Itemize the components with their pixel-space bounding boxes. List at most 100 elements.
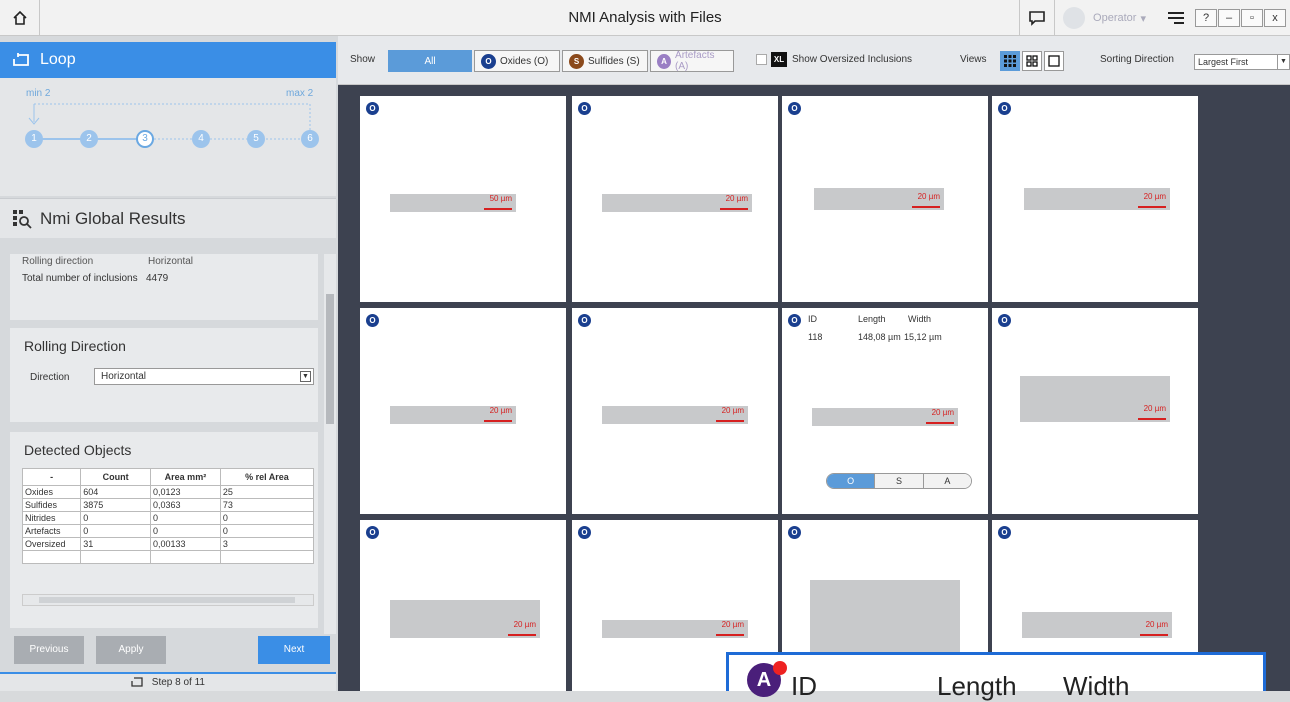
oxide-badge-icon: O [578, 102, 591, 115]
table-cell [80, 550, 152, 564]
table-cell: Oversized [21, 537, 82, 551]
oversized-checkbox[interactable] [756, 54, 767, 65]
scrollbar-thumb[interactable] [39, 597, 295, 603]
toolbar: Show All O Oxides (O) S Sulfides (S) A A… [338, 36, 1290, 85]
operator-menu[interactable]: Operator ▾ [1063, 7, 1146, 29]
inclusion-image [810, 580, 960, 660]
loop-step-2[interactable]: 2 [80, 130, 98, 148]
artefact-badge-icon: A [657, 53, 672, 69]
loop-step-6[interactable]: 6 [301, 130, 319, 148]
sulfide-badge-icon: S [569, 53, 584, 69]
callout-id-label: ID [791, 671, 817, 701]
scale-bar-label: 20 µm [931, 408, 954, 417]
loop-header: Loop [0, 42, 336, 78]
view-grid-small-button[interactable] [1000, 51, 1020, 71]
direction-label: Direction [30, 372, 70, 383]
loop-step-1[interactable]: 1 [25, 130, 43, 148]
help-button[interactable]: ? [1195, 9, 1217, 27]
hover-id-value: 118 [808, 332, 823, 342]
inclusion-detail-callout: A ID Length Width [726, 652, 1266, 701]
close-button[interactable]: x [1264, 9, 1286, 27]
sorting-select[interactable]: Largest First ▼ [1194, 54, 1290, 70]
hover-length-value: 148,08 µm [858, 332, 901, 342]
loop-step-5[interactable]: 5 [247, 130, 265, 148]
direction-select[interactable]: Horizontal ▼ [94, 368, 314, 385]
table-cell: 0,00133 [150, 537, 221, 551]
loop-step-3[interactable]: 3 [136, 130, 154, 148]
minimize-button[interactable]: – [1218, 9, 1240, 27]
filter-sulfides-label: Sulfides (S) [588, 55, 640, 67]
loop-title: Loop [40, 51, 76, 68]
table-row: Nitrides 0 0 0 [21, 511, 315, 525]
hover-width-value: 15,12 µm [904, 332, 942, 342]
panel-scrollbar[interactable] [324, 254, 336, 634]
class-option-2[interactable]: A [922, 474, 971, 488]
inclusion-tile[interactable]: O 20 µm [572, 308, 778, 514]
loop-step-4[interactable]: 4 [192, 130, 210, 148]
inclusion-tile[interactable]: O 20 µm ID Length Width 118 148,08 µm 15,12 µm O… [782, 308, 988, 514]
table-cell: 0,0123 [150, 485, 221, 499]
oxide-badge-icon: O [788, 314, 801, 327]
inclusion-tile[interactable]: O 20 µm [992, 308, 1198, 514]
table-horizontal-scrollbar[interactable] [22, 594, 314, 606]
table-cell [21, 550, 82, 564]
filter-sulfides-button[interactable]: S Sulfides (S) [562, 50, 648, 72]
callout-width-label: Width [1063, 671, 1130, 701]
operator-caret: ▾ [1140, 12, 1146, 25]
scale-bar [484, 420, 512, 422]
table-cell: 31 [80, 537, 152, 551]
scale-bar [1138, 206, 1166, 208]
filter-all-button[interactable]: All [388, 50, 472, 72]
next-button[interactable]: Next [258, 636, 330, 664]
restore-button[interactable]: ▫ [1241, 9, 1263, 27]
info-row: Rolling direction Horizontal [22, 256, 193, 267]
info-value: Horizontal [148, 256, 194, 267]
scale-bar-label: 50 µm [489, 194, 512, 203]
inclusion-image: 20 µm [390, 406, 516, 424]
inclusion-tile[interactable]: O 20 µm [572, 96, 778, 302]
inclusion-tile[interactable]: O 20 µm [360, 520, 566, 691]
step-label: Step 8 of 11 [151, 677, 205, 688]
scale-bar [912, 206, 940, 208]
scale-bar [508, 634, 536, 636]
previous-button[interactable]: Previous [14, 636, 84, 664]
oxide-badge-icon: O [481, 53, 496, 69]
inclusion-tile[interactable]: O 20 µm [360, 308, 566, 514]
class-option-0[interactable]: O [827, 474, 875, 488]
single-view-icon [1048, 55, 1060, 67]
scale-bar-label: 20 µm [725, 194, 748, 203]
oxide-badge-icon: O [366, 314, 379, 327]
detected-objects-title: Detected Objects [24, 442, 132, 458]
table-cell: 0 [219, 524, 315, 538]
table-row: Oversized 31 0,00133 3 [21, 537, 315, 551]
info-label: Rolling direction [22, 256, 94, 267]
detected-objects-table: - Count Area mm² % rel Area Oxides 604 0,0… [21, 468, 315, 564]
inclusion-tile[interactable]: O 20 µm [992, 96, 1198, 302]
loop-icon [13, 53, 29, 66]
sorting-value: Largest First [1198, 57, 1249, 67]
filter-artefacts-button[interactable]: A Artefacts (A) [650, 50, 734, 72]
menu-icon[interactable] [1168, 12, 1184, 24]
scrollbar-thumb[interactable] [326, 294, 334, 424]
inclusion-tile[interactable]: O 20 µm [782, 96, 988, 302]
filter-oxides-button[interactable]: O Oxides (O) [474, 50, 560, 72]
table-cell: 0 [80, 511, 152, 525]
oxide-badge-icon: O [788, 526, 801, 539]
scale-bar-label: 20 µm [917, 192, 940, 201]
scale-bar [716, 634, 744, 636]
apply-button[interactable]: Apply [96, 636, 166, 664]
class-selector: OSA [826, 473, 972, 489]
view-single-button[interactable] [1044, 51, 1064, 71]
table-cell: 0 [150, 524, 221, 538]
oxide-badge-icon: O [366, 526, 379, 539]
inclusion-image: 50 µm [390, 194, 516, 212]
class-option-1[interactable]: S [874, 474, 923, 488]
chat-button[interactable] [1019, 0, 1056, 36]
info-row: Total number of inclusions 4479 [22, 273, 168, 284]
table-cell [219, 550, 315, 564]
view-grid-large-button[interactable] [1022, 51, 1042, 71]
inclusion-tile[interactable]: O 50 µm [360, 96, 566, 302]
title-bar: NMI Analysis with Files Operator ▾ ? – ▫… [0, 0, 1290, 36]
grid-small-icon [1004, 55, 1016, 67]
table-row: Sulfides 3875 0,0363 73 [21, 498, 315, 512]
